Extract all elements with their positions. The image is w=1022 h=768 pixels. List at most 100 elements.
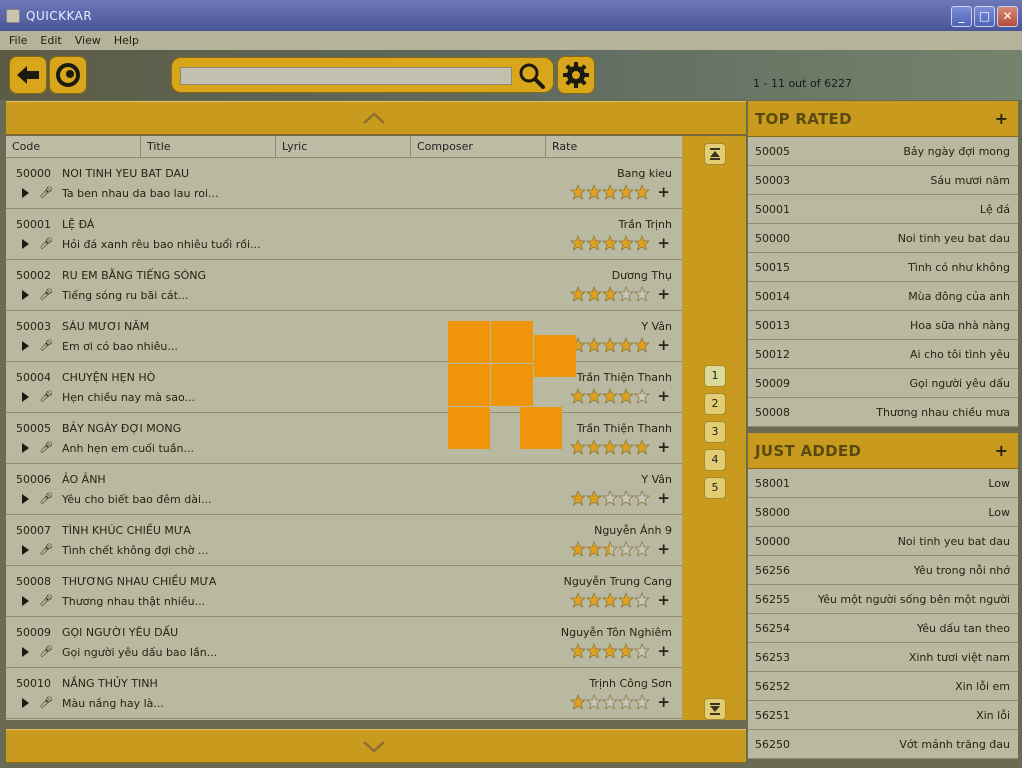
star-icon[interactable] <box>602 490 618 506</box>
play-icon[interactable] <box>22 290 29 300</box>
first-page-button[interactable] <box>704 143 726 165</box>
top-rated-item[interactable]: 50003 Sáu mươi năm <box>748 166 1018 195</box>
mic-icon[interactable]: 🎤︎ <box>39 186 53 199</box>
just-added-item[interactable]: 58001 Low <box>748 469 1018 498</box>
star-icon[interactable] <box>602 388 618 404</box>
star-icon[interactable] <box>570 388 586 404</box>
song-row[interactable]: 50003 SÁU MƯƠI NĂM Y Vân 🎤︎ Em ơi có bao nhi… <box>6 311 682 362</box>
play-icon[interactable] <box>22 392 29 402</box>
star-icon[interactable] <box>618 286 634 302</box>
top-rated-item[interactable]: 50014 Mùa đông của anh <box>748 282 1018 311</box>
star-icon[interactable] <box>634 286 650 302</box>
menu-file[interactable]: File <box>9 34 27 47</box>
star-icon[interactable] <box>570 541 586 557</box>
mic-icon[interactable]: 🎤︎ <box>39 339 53 352</box>
star-icon[interactable] <box>570 694 586 710</box>
search-button[interactable] <box>518 62 546 90</box>
song-row[interactable]: 50007 TÌNH KHÚC CHIỀU MƯA Nguyễn Ánh 9 🎤︎ Tì… <box>6 515 682 566</box>
menu-view[interactable]: View <box>75 34 101 47</box>
add-to-playlist-icon[interactable]: + <box>657 183 670 201</box>
close-button[interactable]: ✕ <box>997 6 1018 27</box>
minimize-button[interactable]: _ <box>951 6 972 27</box>
just-added-add-icon[interactable]: + <box>995 441 1008 460</box>
star-icon[interactable] <box>634 235 650 251</box>
star-icon[interactable] <box>586 694 602 710</box>
star-icon[interactable] <box>602 541 618 557</box>
mic-icon[interactable]: 🎤︎ <box>39 390 53 403</box>
page-button-3[interactable]: 3 <box>704 421 726 443</box>
scroll-up-bar[interactable] <box>6 101 746 135</box>
column-title[interactable]: Title <box>141 136 276 157</box>
song-row[interactable]: 50000 NOI TINH YEU BAT DAU Bang kieu 🎤︎ Ta b… <box>6 158 682 209</box>
mic-icon[interactable]: 🎤︎ <box>39 543 53 556</box>
just-added-item[interactable]: 50000 Noi tinh yeu bat dau <box>748 527 1018 556</box>
song-rating[interactable] <box>570 337 650 355</box>
song-rating[interactable] <box>570 439 650 457</box>
song-row[interactable]: 50001 LỆ ĐÁ Trần Trịnh 🎤︎ Hỏi đá xanh rêu ba… <box>6 209 682 260</box>
star-icon[interactable] <box>586 337 602 353</box>
star-icon[interactable] <box>618 235 634 251</box>
star-icon[interactable] <box>634 541 650 557</box>
top-rated-item[interactable]: 50015 Tình có như không <box>748 253 1018 282</box>
star-icon[interactable] <box>634 337 650 353</box>
play-icon[interactable] <box>22 494 29 504</box>
just-added-item[interactable]: 58000 Low <box>748 498 1018 527</box>
star-icon[interactable] <box>570 490 586 506</box>
just-added-item[interactable]: 56253 Xinh tươi việt nam <box>748 643 1018 672</box>
top-rated-item[interactable]: 50012 Ai cho tôi tình yêu <box>748 340 1018 369</box>
play-icon[interactable] <box>22 647 29 657</box>
song-row[interactable]: 50006 ẢO ẢNH Y Vân 🎤︎ Yêu cho biết bao đêm d… <box>6 464 682 515</box>
top-rated-item[interactable]: 50000 Noi tinh yeu bat dau <box>748 224 1018 253</box>
song-rating[interactable] <box>570 694 650 712</box>
star-icon[interactable] <box>586 388 602 404</box>
back-button[interactable] <box>9 56 47 94</box>
star-icon[interactable] <box>602 643 618 659</box>
just-added-item[interactable]: 56252 Xin lỗi em <box>748 672 1018 701</box>
star-icon[interactable] <box>602 235 618 251</box>
song-rating[interactable] <box>570 541 650 559</box>
star-icon[interactable] <box>602 592 618 608</box>
star-icon[interactable] <box>570 643 586 659</box>
add-to-playlist-icon[interactable]: + <box>657 234 670 252</box>
song-row[interactable]: 50002 RU EM BẰNG TIẾNG SÓNG Dương Thụ 🎤︎ Tiế… <box>6 260 682 311</box>
star-icon[interactable] <box>602 694 618 710</box>
mic-icon[interactable]: 🎤︎ <box>39 441 53 454</box>
page-button-1[interactable]: 1 <box>704 365 726 387</box>
column-code[interactable]: Code <box>6 136 141 157</box>
mic-icon[interactable]: 🎤︎ <box>39 645 53 658</box>
play-icon[interactable] <box>22 188 29 198</box>
song-rating[interactable] <box>570 235 650 253</box>
star-icon[interactable] <box>602 184 618 200</box>
add-to-playlist-icon[interactable]: + <box>657 387 670 405</box>
mic-icon[interactable]: 🎤︎ <box>39 594 53 607</box>
add-to-playlist-icon[interactable]: + <box>657 285 670 303</box>
top-rated-item[interactable]: 50013 Hoa sữa nhà nàng <box>748 311 1018 340</box>
just-added-item[interactable]: 56251 Xin lỗi <box>748 701 1018 730</box>
star-icon[interactable] <box>634 592 650 608</box>
menu-edit[interactable]: Edit <box>40 34 61 47</box>
mic-icon[interactable]: 🎤︎ <box>39 696 53 709</box>
star-icon[interactable] <box>586 184 602 200</box>
maximize-button[interactable]: □ <box>974 6 995 27</box>
star-icon[interactable] <box>602 439 618 455</box>
add-to-playlist-icon[interactable]: + <box>657 693 670 711</box>
add-to-playlist-icon[interactable]: + <box>657 540 670 558</box>
song-rating[interactable] <box>570 643 650 661</box>
star-icon[interactable] <box>570 286 586 302</box>
star-icon[interactable] <box>618 388 634 404</box>
song-row[interactable]: 50009 GỌI NGƯỜI YÊU DẤU Nguyễn Tôn Nghiêm 🎤… <box>6 617 682 668</box>
star-icon[interactable] <box>634 643 650 659</box>
mic-icon[interactable]: 🎤︎ <box>39 492 53 505</box>
star-icon[interactable] <box>602 286 618 302</box>
star-icon[interactable] <box>618 337 634 353</box>
star-icon[interactable] <box>618 643 634 659</box>
star-icon[interactable] <box>586 235 602 251</box>
scroll-down-bar[interactable] <box>6 729 746 763</box>
page-button-5[interactable]: 5 <box>704 477 726 499</box>
star-icon[interactable] <box>634 184 650 200</box>
just-added-item[interactable]: 56255 Yêu một người sống bên một người <box>748 585 1018 614</box>
page-button-4[interactable]: 4 <box>704 449 726 471</box>
top-rated-item[interactable]: 50009 Gọi người yêu dấu <box>748 369 1018 398</box>
settings-button[interactable] <box>557 56 595 94</box>
page-button-2[interactable]: 2 <box>704 393 726 415</box>
